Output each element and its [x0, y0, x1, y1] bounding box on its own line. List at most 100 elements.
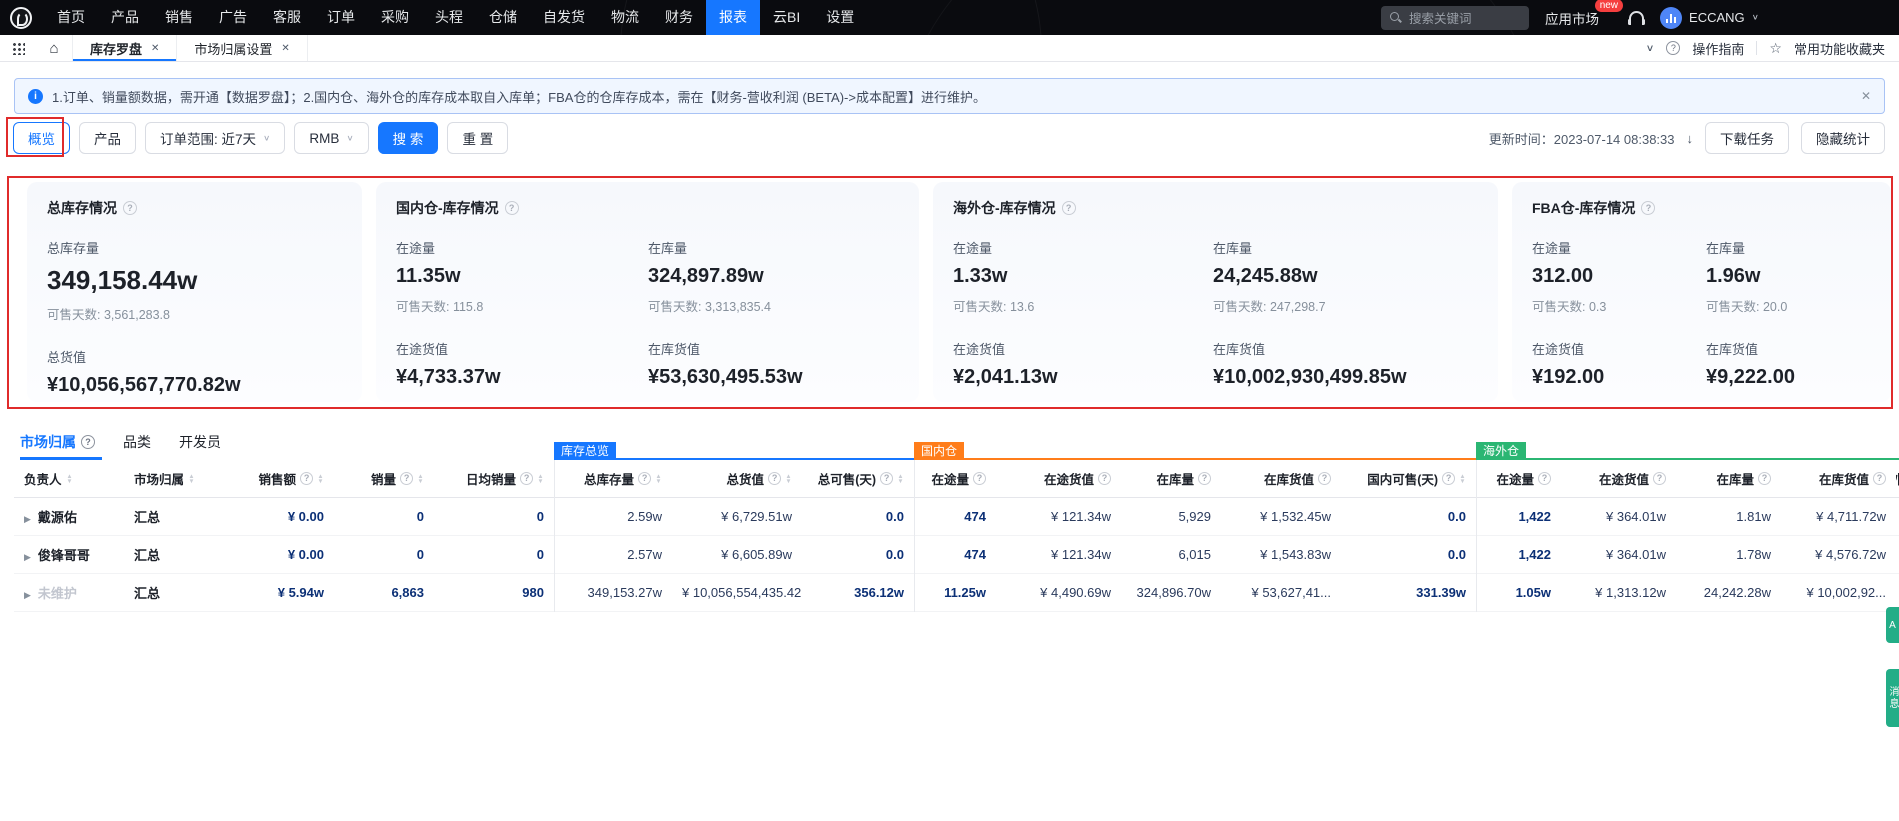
sort-icon[interactable]: ▲▼ — [417, 474, 424, 484]
section-tab-品类[interactable]: 品类 — [123, 432, 151, 452]
reset-button[interactable]: 重 置 — [447, 122, 508, 154]
column-info-icon[interactable]: ? — [880, 472, 893, 485]
apps-grid-button[interactable] — [0, 35, 36, 61]
table-row[interactable]: ▶俊锋哥哥汇总¥ 0.00002.57w¥ 6,605.89w0.0474¥ 1… — [14, 536, 1899, 574]
sort-icon[interactable]: ▲▼ — [897, 474, 904, 484]
nav-item-自发货[interactable]: 自发货 — [530, 0, 598, 35]
column-info-icon[interactable]: ? — [1442, 472, 1455, 485]
nav-item-客服[interactable]: 客服 — [260, 0, 314, 35]
workspace-tab-库存罗盘[interactable]: 库存罗盘 ✕ — [72, 35, 176, 61]
nav-item-产品[interactable]: 产品 — [98, 0, 152, 35]
currency-select[interactable]: RMB ∨ — [294, 122, 368, 154]
edge-tag-a[interactable]: A — [1886, 607, 1899, 643]
operation-guide-link[interactable]: 操作指南 — [1692, 39, 1744, 58]
workspace-tab-市场归属设置[interactable]: 市场归属设置 ✕ — [176, 35, 307, 61]
column-header-label: 在途量 — [931, 469, 969, 488]
help-icon[interactable]: ? — [1641, 201, 1655, 215]
column-info-icon[interactable]: ? — [520, 472, 533, 485]
value-cell: 0.0 — [802, 547, 914, 562]
section-tab-开发员[interactable]: 开发员 — [179, 432, 221, 452]
metric: 在途货值¥4,733.37w — [396, 339, 648, 389]
metric-value: ¥4,733.37w — [396, 366, 648, 389]
column-header-label: 负责人 — [24, 469, 62, 488]
view-tab-overview[interactable]: 概览 — [13, 122, 70, 154]
hide-stats-button[interactable]: 隐藏统计 — [1801, 122, 1885, 154]
sort-icon[interactable]: ▲▼ — [1459, 474, 1466, 484]
search-button[interactable]: 搜 索 — [378, 122, 439, 154]
column-info-icon[interactable]: ? — [638, 472, 651, 485]
tab-label: 库存罗盘 — [90, 39, 142, 58]
update-time: 更新时间：2023-07-14 08:38:33 — [1489, 129, 1675, 148]
column-info-icon[interactable]: ? — [1873, 472, 1886, 485]
nav-item-仓储[interactable]: 仓储 — [476, 0, 530, 35]
column-info-icon[interactable]: ? — [1318, 472, 1331, 485]
banner-close-icon[interactable]: ✕ — [1861, 89, 1871, 103]
nav-item-采购[interactable]: 采购 — [368, 0, 422, 35]
sort-icon[interactable]: ▲▼ — [188, 474, 195, 484]
edge-tag-message[interactable]: 消息 — [1886, 669, 1899, 727]
nav-item-首页[interactable]: 首页 — [44, 0, 98, 35]
column-info-icon[interactable]: ? — [1538, 472, 1551, 485]
column-info-icon[interactable]: ? — [1653, 472, 1666, 485]
close-icon[interactable]: ✕ — [151, 43, 159, 54]
tab-label: 市场归属设置 — [194, 39, 272, 58]
sort-icon[interactable]: ▲▼ — [317, 474, 324, 484]
metric: 在途货值¥192.00 — [1532, 339, 1706, 389]
nav-item-销售[interactable]: 销售 — [152, 0, 206, 35]
order-range-select[interactable]: 订单范围: 近7天 ∨ — [145, 122, 285, 154]
sort-icon[interactable]: ▲▼ — [785, 474, 792, 484]
nav-item-头程[interactable]: 头程 — [422, 0, 476, 35]
favorites-link[interactable]: 常用功能收藏夹 — [1794, 39, 1885, 58]
tabs-chevron-down-icon[interactable]: ∨ — [1646, 42, 1655, 53]
column-info-icon[interactable]: ? — [973, 472, 986, 485]
value-cell: ¥ 364.01w — [1561, 547, 1676, 562]
sort-icon[interactable]: ▲▼ — [66, 474, 73, 484]
global-search-input[interactable]: 搜索关键词 — [1381, 6, 1529, 30]
home-button[interactable]: ⌂ — [36, 35, 72, 61]
nav-item-物流[interactable]: 物流 — [598, 0, 652, 35]
table-row[interactable]: ▶戴源佑汇总¥ 0.00002.59w¥ 6,729.51w0.0474¥ 12… — [14, 498, 1899, 536]
app-market-link[interactable]: 应用市场 new — [1545, 8, 1599, 28]
nav-item-云BI[interactable]: 云BI — [760, 0, 813, 35]
column-info-icon[interactable]: ? — [768, 472, 781, 485]
download-tasks-button[interactable]: 下载任务 — [1705, 122, 1789, 154]
column-info-icon[interactable]: ? — [300, 472, 313, 485]
column-info-icon[interactable]: ? — [1198, 472, 1211, 485]
section-tab-市场归属[interactable]: 市场归属? — [20, 432, 95, 452]
column-info-icon[interactable]: ? — [1098, 472, 1111, 485]
section-top: 市场归属?品类开发员 库存总览国内仓海外仓 — [14, 426, 1899, 460]
help-icon[interactable]: ? — [81, 435, 95, 449]
column-info-icon[interactable]: ? — [1758, 472, 1771, 485]
help-icon[interactable]: ? — [123, 201, 137, 215]
expand-icon[interactable]: ▶ — [24, 590, 31, 600]
value-cell: ¥ 4,576.72w — [1781, 547, 1896, 562]
close-icon[interactable]: ✕ — [281, 43, 289, 54]
metric: 总货值¥10,056,567,770.82w — [47, 347, 241, 397]
nav-item-订单[interactable]: 订单 — [314, 0, 368, 35]
view-tab-product[interactable]: 产品 — [79, 122, 136, 154]
column-info-icon[interactable]: ? — [400, 472, 413, 485]
refresh-arrow-icon[interactable]: ↓ — [1687, 131, 1694, 146]
nav-item-设置[interactable]: 设置 — [813, 0, 867, 35]
expand-icon[interactable]: ▶ — [24, 514, 31, 524]
value-cell: 0.0 — [1341, 547, 1476, 562]
sort-icon[interactable]: ▲▼ — [655, 474, 662, 484]
info-banner: i 1.订单、销量额数据，需开通【数据罗盘】；2.国内仓、海外仓的库存成本取自入… — [14, 78, 1885, 114]
user-menu[interactable]: ECCANG ∨ — [1660, 7, 1759, 29]
nav-item-广告[interactable]: 广告 — [206, 0, 260, 35]
column-header-在库货值: 在库货值? — [1221, 460, 1341, 497]
expand-icon[interactable]: ▶ — [24, 552, 31, 562]
support-headset-icon[interactable] — [1629, 11, 1644, 24]
sort-icon[interactable]: ▲▼ — [537, 474, 544, 484]
nav-item-报表[interactable]: 报表 — [706, 0, 760, 35]
help-icon[interactable]: ? — [1062, 201, 1076, 215]
table-row[interactable]: ▶未维护汇总¥ 5.94w6,863980349,153.27w¥ 10,056… — [14, 574, 1899, 612]
nav-item-财务[interactable]: 财务 — [652, 0, 706, 35]
metric-subtext: 可售天数: 3,313,835.4 — [648, 296, 771, 315]
column-header-在途量: 在途量? — [1476, 460, 1561, 497]
help-icon[interactable]: ? — [505, 201, 519, 215]
app-logo-icon[interactable] — [10, 7, 32, 29]
column-header-label: 销量 — [371, 469, 396, 488]
value-cell: ¥ 6,605.89w — [672, 547, 802, 562]
help-circle-icon: ? — [1666, 41, 1680, 55]
